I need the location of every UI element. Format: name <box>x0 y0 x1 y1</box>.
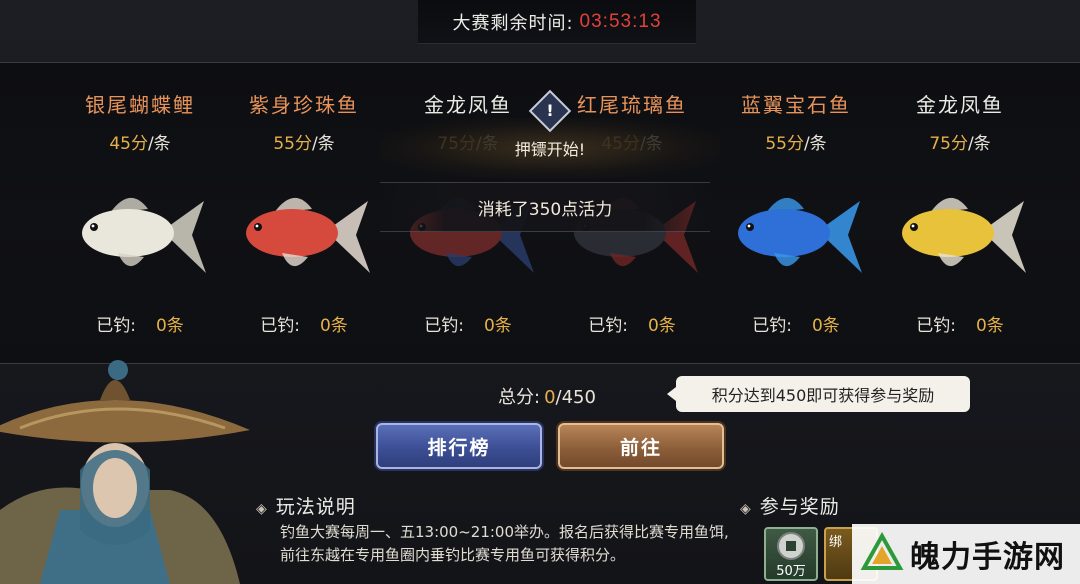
caught-count: 已钓: 0条 <box>716 311 876 336</box>
fish-card[interactable]: 银尾蝴蝶鲤 45分/条已钓: 0条 <box>60 63 220 365</box>
fish-image <box>902 197 1026 273</box>
event-timer: 大赛剩余时间: 03:53:13 <box>418 0 696 44</box>
game-screen: 大赛剩余时间: 03:53:13 银尾蝴蝶鲤 45分/条已钓: 0条 紫身珍珠鱼 55分… <box>0 0 1080 584</box>
caught-label: 已钓: <box>752 316 792 336</box>
rewards-heading: ◈ 参与奖励 <box>740 492 840 519</box>
caught-value: 0条 <box>647 316 676 336</box>
fish-unit: /条 <box>147 134 171 154</box>
timer-label: 大赛剩余时间: <box>452 12 574 34</box>
caught-label: 已钓: <box>916 316 956 336</box>
fish-unit: /条 <box>311 134 335 154</box>
caught-count: 已钓: 0条 <box>552 311 712 336</box>
score-total: /450 <box>555 387 596 408</box>
fish-points: 75分 <box>929 134 968 154</box>
coin-quantity: 50万 <box>776 564 806 579</box>
caught-count: 已钓: 0条 <box>388 311 548 336</box>
fish-card[interactable]: 金龙凤鱼 75分/条已钓: 0条 <box>880 63 1040 365</box>
caught-label: 已钓: <box>96 316 136 336</box>
fisherman-npc-portrait <box>0 360 250 584</box>
caught-value: 0条 <box>811 316 840 336</box>
caught-count: 已钓: 0条 <box>880 311 1040 336</box>
fish-image <box>738 197 862 273</box>
caught-value: 0条 <box>155 316 184 336</box>
caught-value: 0条 <box>975 316 1004 336</box>
fish-points: 45分 <box>109 134 148 154</box>
fish-name: 红尾琉璃鱼 <box>577 93 687 117</box>
score-label: 总分: <box>498 387 541 408</box>
fish-points: 55分 <box>273 134 312 154</box>
rules-heading: ◈ 玩法说明 <box>256 492 356 519</box>
timer-value: 03:53:13 <box>579 10 662 32</box>
caught-label: 已钓: <box>260 316 300 336</box>
fish-name: 紫身珍珠鱼 <box>249 93 359 117</box>
watermark-logo-icon <box>860 532 904 570</box>
caught-value: 0条 <box>483 316 512 336</box>
caught-label: 已钓: <box>588 316 628 336</box>
fish-unit: /条 <box>967 134 991 154</box>
caught-count: 已钓: 0条 <box>224 311 384 336</box>
coin-reward[interactable]: 50万 <box>764 527 818 581</box>
fish-card[interactable]: 紫身珍珠鱼 55分/条已钓: 0条 <box>224 63 384 365</box>
escort-start-text: 押镖开始! <box>514 140 586 159</box>
stamina-cost-text: 消耗了350点活力 <box>477 199 613 220</box>
leaderboard-button[interactable]: 排行榜 <box>376 423 542 469</box>
fish-name: 金龙凤鱼 <box>916 93 1004 117</box>
fish-name: 金龙凤鱼 <box>424 93 512 117</box>
fish-price: 45分/条 <box>60 129 220 154</box>
diamond-icon: ◈ <box>740 501 752 517</box>
fish-unit: /条 <box>803 134 827 154</box>
fish-name: 蓝翼宝石鱼 <box>741 93 851 117</box>
total-score: 总分: 0/450 <box>498 383 596 409</box>
watermark-text: 魄力手游网 <box>910 540 1065 575</box>
fish-name: 银尾蝴蝶鲤 <box>85 93 195 117</box>
rules-title: 玩法说明 <box>275 496 356 518</box>
fish-image <box>82 197 206 273</box>
score-current: 0 <box>544 387 556 408</box>
caught-count: 已钓: 0条 <box>60 311 220 336</box>
caught-label: 已钓: <box>424 316 464 336</box>
coin-icon <box>777 532 805 560</box>
rewards-title: 参与奖励 <box>759 496 840 518</box>
fish-price: 55分/条 <box>224 129 384 154</box>
fish-price: 75分/条 <box>880 129 1040 154</box>
caught-value: 0条 <box>319 316 348 336</box>
reward-tooltip: 积分达到450即可获得参与奖励 <box>667 376 970 412</box>
fish-price: 55分/条 <box>716 129 876 154</box>
stamina-cost-notice: 消耗了350点活力 <box>380 182 710 232</box>
fish-image <box>246 197 370 273</box>
bound-tag: 绑 <box>829 535 843 550</box>
go-button[interactable]: 前往 <box>558 423 724 469</box>
fish-points: 55分 <box>765 134 804 154</box>
rules-text: 钓鱼大赛每周一、五13:00~21:00举办。报名后获得比赛专用鱼饵,前往东越在… <box>280 523 729 564</box>
site-watermark: 魄力手游网 <box>852 524 1080 584</box>
fish-card[interactable]: 蓝翼宝石鱼 55分/条已钓: 0条 <box>716 63 876 365</box>
